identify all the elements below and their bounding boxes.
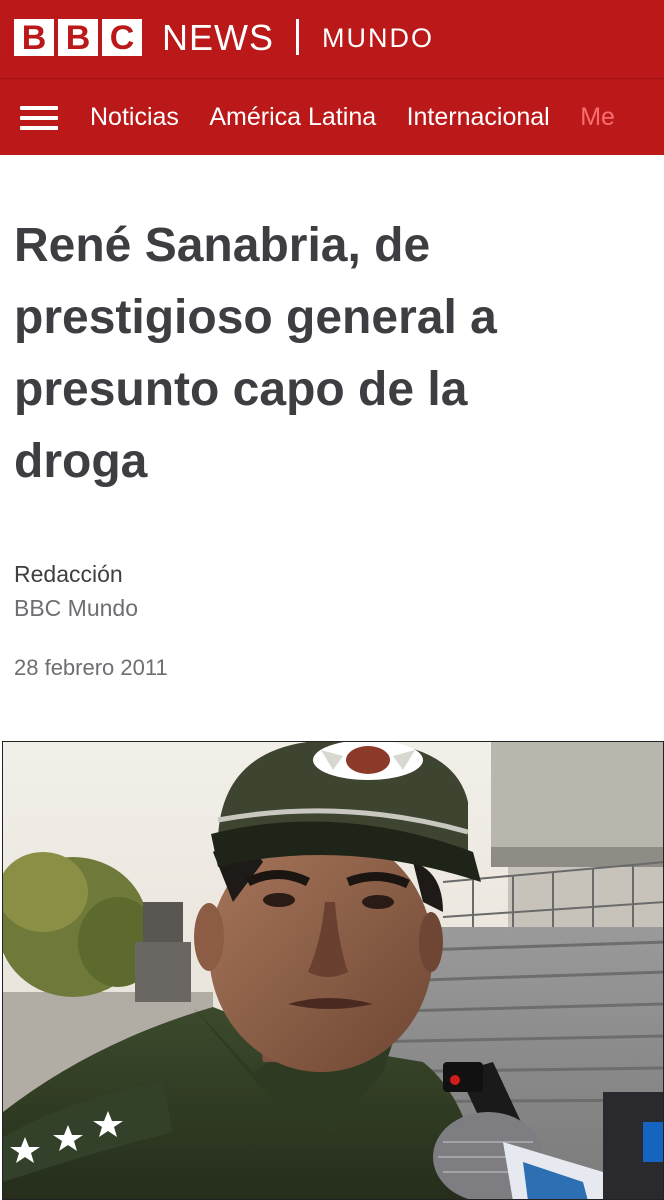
nav-item-noticias[interactable]: Noticias bbox=[90, 101, 179, 133]
publish-date: 28 febrero 2011 bbox=[14, 655, 168, 680]
nav-item-truncated[interactable]: Me bbox=[580, 101, 615, 133]
section-wordmark[interactable]: MUNDO bbox=[322, 23, 434, 53]
byline-organization: BBC Mundo bbox=[14, 595, 139, 621]
officer-photo-illustration bbox=[3, 742, 663, 1199]
logo-block-b2: B bbox=[58, 19, 98, 57]
masthead: B B C NEWS MUNDO bbox=[0, 0, 664, 79]
byline-author: Redacción bbox=[14, 561, 123, 587]
bbc-logo[interactable]: B B C bbox=[14, 19, 142, 57]
logo-block-b1: B bbox=[14, 19, 54, 57]
news-wordmark[interactable]: NEWS bbox=[162, 18, 274, 58]
hamburger-menu-icon[interactable] bbox=[20, 106, 58, 130]
lead-photo bbox=[2, 741, 664, 1200]
nav-items: Noticias América Latina Internacional Me bbox=[90, 101, 641, 133]
nav-item-america-latina[interactable]: América Latina bbox=[209, 101, 376, 133]
section-nav: Noticias América Latina Internacional Me bbox=[0, 79, 664, 155]
logo-block-c: C bbox=[102, 19, 142, 57]
masthead-divider bbox=[296, 19, 299, 55]
article-headline: René Sanabria, de prestigioso general a … bbox=[14, 219, 497, 488]
nav-item-internacional[interactable]: Internacional bbox=[407, 101, 550, 133]
